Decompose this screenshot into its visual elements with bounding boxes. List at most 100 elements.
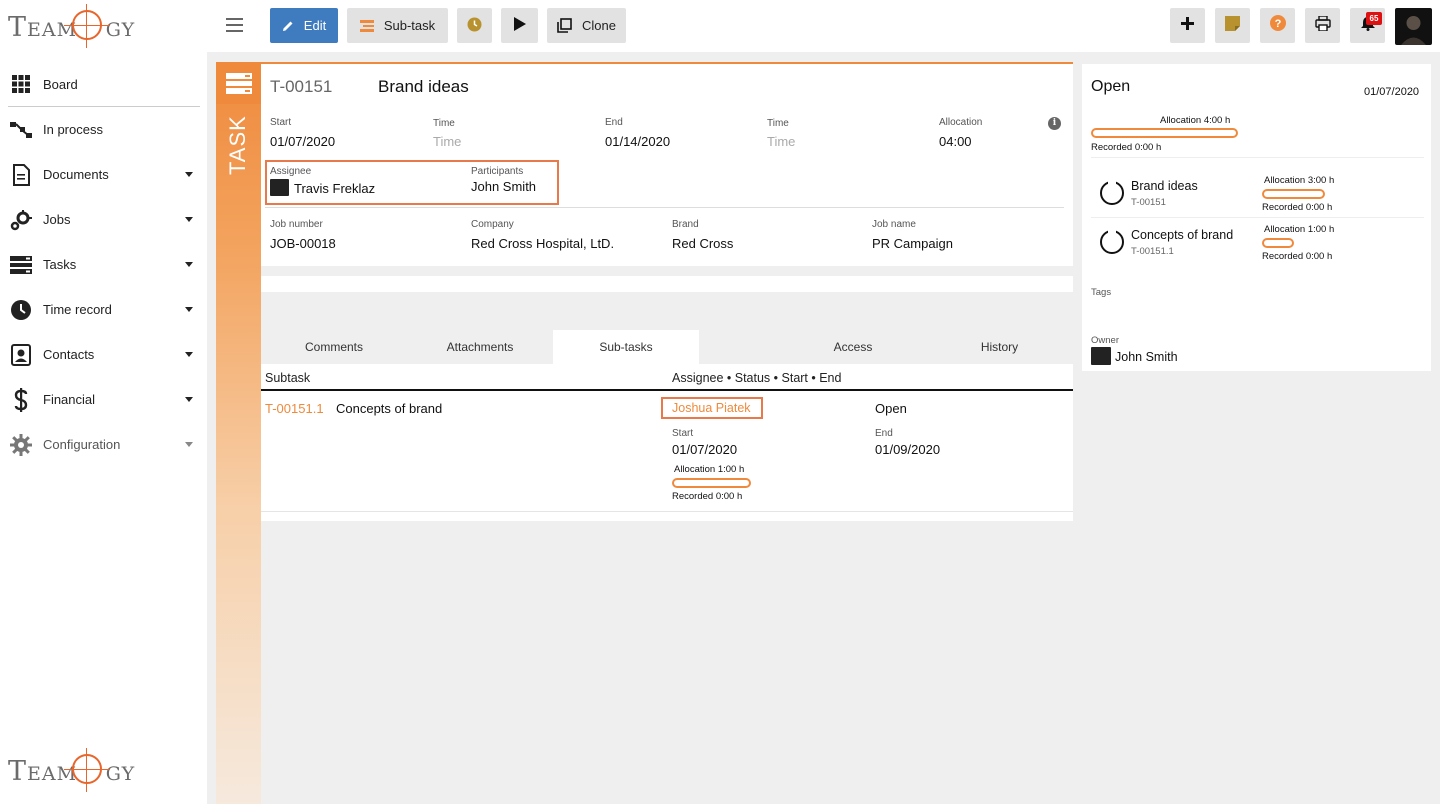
row-divider xyxy=(261,511,1073,512)
tab-attachments[interactable]: Attachments xyxy=(407,330,553,364)
sidebar-item-tasks[interactable]: Tasks xyxy=(0,242,207,287)
status-date: 01/07/2020 xyxy=(1364,86,1420,98)
help-button[interactable]: ? xyxy=(1260,8,1295,43)
owner-name[interactable]: John Smith xyxy=(1115,350,1178,364)
table-header-divider xyxy=(261,389,1073,391)
divider xyxy=(265,207,1064,208)
start-time: Time xyxy=(433,134,462,149)
spacer-strip xyxy=(261,276,1073,292)
chevron-down-icon xyxy=(185,262,193,267)
subtask-progress-bar xyxy=(672,478,751,488)
sidebar-item-jobs[interactable]: Jobs xyxy=(0,197,207,242)
panel-item-progress-bar xyxy=(1262,238,1294,248)
tab-empty xyxy=(699,330,780,364)
task-id: T-00151 xyxy=(270,77,333,96)
chevron-down-icon xyxy=(185,307,193,312)
column-subtask: Subtask xyxy=(265,371,311,385)
panel-item-id: T-00151 xyxy=(1131,197,1166,208)
sidebar-item-financial[interactable]: Financial xyxy=(0,377,207,422)
gear-icon xyxy=(10,433,32,456)
panel-item-recorded: Recorded 0:00 h xyxy=(1262,202,1333,213)
subtask-button[interactable]: Sub-task xyxy=(347,8,448,43)
tasks-icon xyxy=(10,254,32,276)
sidebar-item-label: In process xyxy=(43,122,103,137)
document-icon xyxy=(10,163,32,186)
timer-button[interactable] xyxy=(457,8,492,43)
subtask-end: 01/09/2020 xyxy=(875,442,941,457)
panel-item-name[interactable]: Concepts of brand xyxy=(1131,228,1233,242)
edit-button[interactable]: Edit xyxy=(270,8,338,43)
subtask-start-label: Start xyxy=(672,428,694,439)
sidebar-item-in-process[interactable]: In process xyxy=(0,107,207,152)
print-button[interactable] xyxy=(1305,8,1340,43)
add-button[interactable] xyxy=(1170,8,1205,43)
notes-button[interactable] xyxy=(1215,8,1250,43)
divider xyxy=(1091,217,1424,218)
subtask-assignee[interactable]: Joshua Piatek xyxy=(672,401,751,415)
jobs-gear-icon xyxy=(10,209,32,231)
tags-label: Tags xyxy=(1091,287,1112,298)
tab-history[interactable]: History xyxy=(926,330,1073,364)
teamogy-logo[interactable]: Team gy xyxy=(8,4,148,48)
end-label: End xyxy=(605,117,623,128)
job-name-label: Job name xyxy=(872,219,916,230)
clock-icon xyxy=(467,17,482,35)
play-button[interactable] xyxy=(501,8,538,43)
brand-label: Brand xyxy=(672,219,699,230)
end-time: Time xyxy=(767,134,796,149)
sidebar-item-documents[interactable]: Documents xyxy=(0,152,207,197)
plus-icon xyxy=(1181,16,1194,35)
tab-access[interactable]: Access xyxy=(780,330,926,364)
assignee-label: Assignee xyxy=(270,166,312,177)
panel-progress-bar xyxy=(1091,128,1238,138)
process-icon xyxy=(10,119,32,141)
task-title: Brand ideas xyxy=(378,77,469,96)
teamogy-logo-footer: Team gy xyxy=(8,748,148,796)
subtask-recorded: Recorded 0:00 h xyxy=(672,491,743,502)
subtask-icon xyxy=(359,19,374,33)
subtask-end-label: End xyxy=(875,428,893,439)
sidebar-item-label: Tasks xyxy=(43,257,77,272)
sidebar-item-label: Financial xyxy=(43,392,96,407)
brand[interactable]: Red Cross xyxy=(672,236,733,251)
sidebar-item-board[interactable]: Board xyxy=(8,62,200,107)
panel-item-recorded: Recorded 0:00 h xyxy=(1262,251,1333,262)
user-avatar[interactable] xyxy=(1395,8,1432,45)
allocation-value: 04:00 xyxy=(939,134,972,149)
info-icon[interactable]: i xyxy=(1048,117,1061,130)
company[interactable]: Red Cross Hospital, LtD. xyxy=(471,236,614,251)
panel-recorded: Recorded 0:00 h xyxy=(1091,142,1162,153)
tab-subtasks[interactable]: Sub-tasks xyxy=(553,330,699,364)
time-label: Time xyxy=(433,118,455,129)
sidebar-item-configuration[interactable]: Configuration xyxy=(0,422,207,467)
subtask-id-link[interactable]: T-00151.1 xyxy=(265,401,324,416)
panel-item-progress-bar xyxy=(1262,189,1325,199)
clone-button[interactable]: Clone xyxy=(547,8,626,43)
sidebar-item-contacts[interactable]: Contacts xyxy=(0,332,207,377)
panel-item-name[interactable]: Brand ideas xyxy=(1131,179,1198,193)
job-number[interactable]: JOB-00018 xyxy=(270,236,336,251)
contacts-icon xyxy=(10,343,32,366)
subtask-name[interactable]: Concepts of brand xyxy=(336,401,442,416)
subtask-table xyxy=(261,364,1073,521)
sidebar-item-label: Time record xyxy=(43,302,112,317)
sidebar-item-label: Board xyxy=(43,76,78,92)
job-name[interactable]: PR Campaign xyxy=(872,236,953,251)
clock-icon xyxy=(10,299,32,321)
sidebar-item-label: Contacts xyxy=(43,347,95,362)
chevron-down-icon xyxy=(185,352,193,357)
menu-icon[interactable] xyxy=(226,18,243,32)
help-icon: ? xyxy=(1269,15,1286,36)
sidebar-item-time-record[interactable]: Time record xyxy=(0,287,207,332)
sidebar-item-label: Jobs xyxy=(43,212,71,227)
tab-comments[interactable]: Comments xyxy=(261,330,407,364)
tasks-icon xyxy=(216,64,261,104)
participants-value[interactable]: John Smith xyxy=(471,179,536,194)
divider xyxy=(1091,157,1424,158)
end-date: 01/14/2020 xyxy=(605,134,671,149)
time2-label: Time xyxy=(767,118,789,129)
allocation-label: Allocation xyxy=(939,117,983,128)
clone-icon xyxy=(557,18,572,33)
assignee-name[interactable]: Travis Freklaz xyxy=(294,181,375,196)
job-number-label: Job number xyxy=(270,219,323,230)
